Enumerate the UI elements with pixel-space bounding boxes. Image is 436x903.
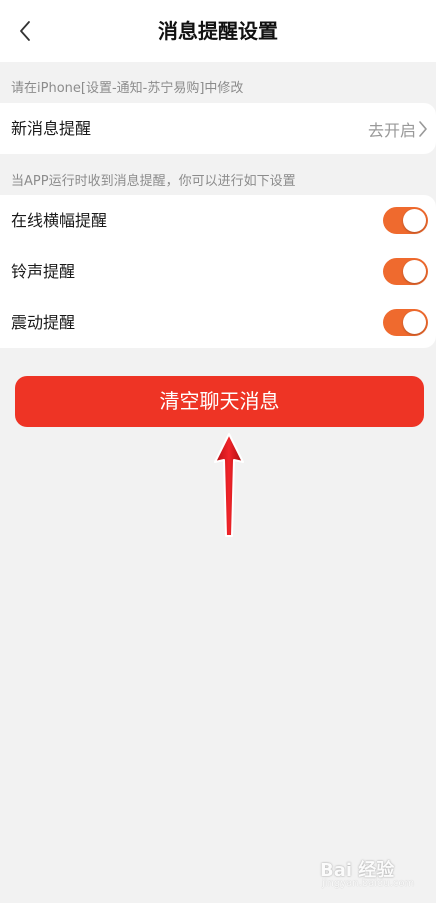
- setting-label-ringtone: 铃声提醒: [11, 262, 76, 281]
- baidu-jingyan-watermark: Bai 经验 jingyan.baidu.com: [316, 852, 420, 892]
- chevron-right-icon: [419, 120, 427, 137]
- ringtone-toggle[interactable]: [383, 258, 428, 285]
- new-message-card: 新消息提醒 去开启: [0, 103, 436, 154]
- go-enable-label: 去开启: [367, 120, 416, 140]
- setting-label-vibration: 震动提醒: [11, 313, 76, 332]
- new-message-label: 新消息提醒: [11, 119, 92, 138]
- watermark-url: jingyan.baidu.com: [322, 878, 415, 889]
- page-title: 消息提醒设置: [158, 19, 278, 43]
- banner-toggle[interactable]: [383, 207, 428, 234]
- system-settings-hint: 请在iPhone[设置-通知-苏宁易购]中修改: [11, 81, 244, 96]
- setting-label-banner: 在线横幅提醒: [11, 211, 108, 230]
- reminder-settings-card: 在线横幅提醒 铃声提醒 震动提醒: [0, 195, 436, 348]
- header-bar: 消息提醒设置: [0, 0, 436, 62]
- app-settings-hint: 当APP运行时收到消息提醒，你可以进行如下设置: [11, 174, 296, 189]
- setting-row-ringtone: 铃声提醒: [0, 246, 436, 297]
- vibration-toggle[interactable]: [383, 309, 428, 336]
- toggle-knob: [403, 260, 426, 283]
- setting-row-banner: 在线横幅提醒: [0, 195, 436, 246]
- new-message-row[interactable]: 新消息提醒 去开启: [0, 103, 436, 154]
- clear-chat-messages-button[interactable]: 清空聊天消息: [15, 376, 424, 427]
- toggle-knob: [403, 311, 426, 334]
- toggle-knob: [403, 209, 426, 232]
- setting-row-vibration: 震动提醒: [0, 297, 436, 348]
- red-arrow-up-icon: [214, 433, 244, 537]
- go-enable-link[interactable]: 去开启: [368, 103, 428, 154]
